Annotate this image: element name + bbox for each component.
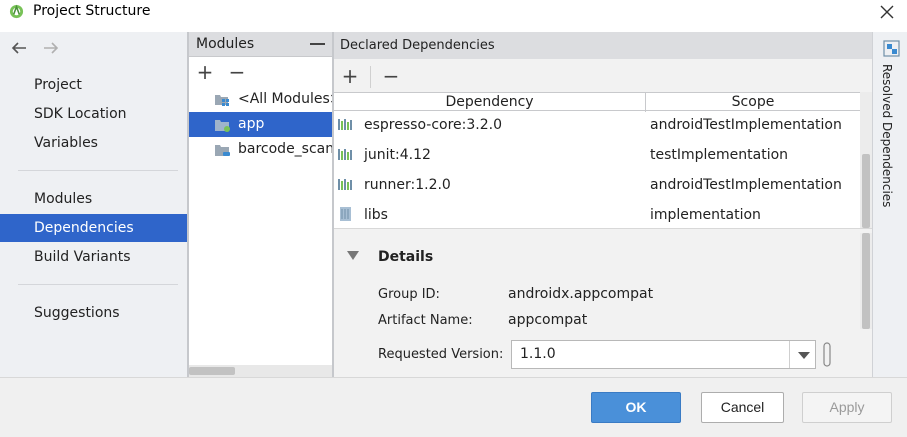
requested-version-value: 1.1.0 (520, 346, 556, 362)
forward-arrow-icon[interactable] (42, 40, 60, 56)
add-module-button[interactable]: + (195, 62, 215, 83)
modules-header-label: Modules (196, 36, 255, 52)
library-icon (338, 179, 352, 190)
nav-divider (18, 284, 178, 285)
group-id-value: androidx.appcompat (508, 286, 654, 302)
resolved-dependencies-tab[interactable]: Resolved Dependencies (872, 32, 907, 377)
nav-divider (18, 170, 178, 171)
table-row[interactable]: runner:1.2.0 androidTestImplementation (334, 170, 860, 200)
module-label: app (238, 116, 265, 132)
group-id-label: Group ID: (378, 287, 440, 302)
modules-toolbar: + − (189, 59, 332, 86)
deps-vertical-scrollbar[interactable] (860, 92, 872, 228)
requested-version-label: Requested Version: (378, 347, 504, 362)
remove-dependency-button[interactable]: − (381, 66, 401, 87)
module-label: <All Modules> (238, 91, 332, 107)
nav-item-sdk-location[interactable]: SDK Location (0, 100, 187, 128)
version-info-icon[interactable] (822, 342, 832, 367)
close-icon[interactable] (876, 1, 898, 23)
module-folder-icon (215, 145, 230, 156)
nav-item-dependencies[interactable]: Dependencies (0, 214, 187, 242)
dependency-name: runner:1.2.0 (364, 177, 451, 193)
window-title: Project Structure (33, 3, 151, 19)
nav-item-variables[interactable]: Variables (0, 129, 187, 157)
library-icon (338, 119, 352, 130)
deps-header: Declared Dependencies (334, 32, 872, 59)
dependencies-table: Dependency Scope espresso-core:3.2.0 and… (334, 92, 860, 228)
artifact-name-value: appcompat (508, 312, 588, 328)
dialog-footer: OK Cancel Apply (0, 377, 907, 437)
jar-dir-icon (340, 207, 351, 221)
details-title: Details (378, 249, 434, 265)
left-nav: Project SDK Location Variables Modules D… (0, 32, 187, 377)
dependency-scope: testImplementation (650, 147, 789, 163)
nav-item-project[interactable]: Project (0, 71, 187, 99)
toolbar-separator (370, 66, 371, 88)
all-modules-icon (215, 95, 229, 106)
library-icon (338, 149, 352, 160)
details-vertical-scrollbar[interactable] (860, 233, 872, 329)
title-bar: Project Structure (0, 0, 907, 24)
android-studio-icon (9, 4, 24, 19)
artifact-name-label: Artifact Name: (378, 313, 473, 328)
modules-horizontal-scrollbar[interactable] (189, 365, 332, 377)
dependency-scope: androidTestImplementation (650, 177, 842, 193)
dependency-name: libs (364, 207, 388, 223)
module-folder-icon (215, 120, 230, 132)
add-dependency-button[interactable]: + (340, 66, 360, 87)
cancel-button[interactable]: Cancel (701, 392, 784, 423)
table-row[interactable]: junit:4.12 testImplementation (334, 140, 860, 170)
module-item-app[interactable]: app (189, 112, 332, 137)
dependency-name: espresso-core:3.2.0 (364, 117, 502, 133)
deps-toolbar: + − (334, 63, 860, 90)
remove-module-button[interactable]: − (227, 62, 247, 83)
chevron-down-icon[interactable] (789, 341, 816, 368)
collapse-triangle-icon[interactable] (347, 251, 359, 260)
resolved-dependencies-icon (883, 40, 900, 57)
apply-button[interactable]: Apply (802, 392, 892, 423)
scrollbar-thumb[interactable] (862, 233, 870, 329)
scrollbar-thumb[interactable] (189, 367, 235, 375)
collapse-icon[interactable] (310, 43, 325, 45)
requested-version-combo[interactable]: 1.1.0 (511, 340, 816, 369)
nav-item-suggestions[interactable]: Suggestions (0, 299, 187, 327)
nav-item-build-variants[interactable]: Build Variants (0, 243, 187, 271)
details-section: Details Group ID: androidx.appcompat Art… (334, 228, 872, 377)
dependency-scope: implementation (650, 207, 761, 223)
scrollbar-thumb[interactable] (862, 154, 870, 228)
modules-header: Modules (189, 32, 332, 57)
back-arrow-icon[interactable] (10, 40, 28, 56)
module-item-all[interactable]: <All Modules> (189, 87, 332, 112)
ok-button[interactable]: OK (591, 392, 681, 423)
module-label: barcode_scanner (238, 141, 332, 157)
table-row[interactable]: libs implementation (334, 200, 860, 230)
table-header: Dependency Scope (334, 92, 860, 112)
dependency-scope: androidTestImplementation (650, 117, 842, 133)
dependency-name: junit:4.12 (364, 147, 431, 163)
table-row[interactable]: espresso-core:3.2.0 androidTestImplement… (334, 110, 860, 140)
modules-panel: Modules + − <All Modules> app barcode_sc… (189, 32, 332, 377)
module-item-barcode-scanner[interactable]: barcode_scanner (189, 137, 332, 162)
declared-dependencies-panel: Declared Dependencies + − Dependency Sco… (334, 32, 872, 377)
deps-header-label: Declared Dependencies (340, 38, 495, 53)
resolved-dependencies-label: Resolved Dependencies (880, 64, 894, 208)
nav-item-modules[interactable]: Modules (0, 185, 187, 213)
